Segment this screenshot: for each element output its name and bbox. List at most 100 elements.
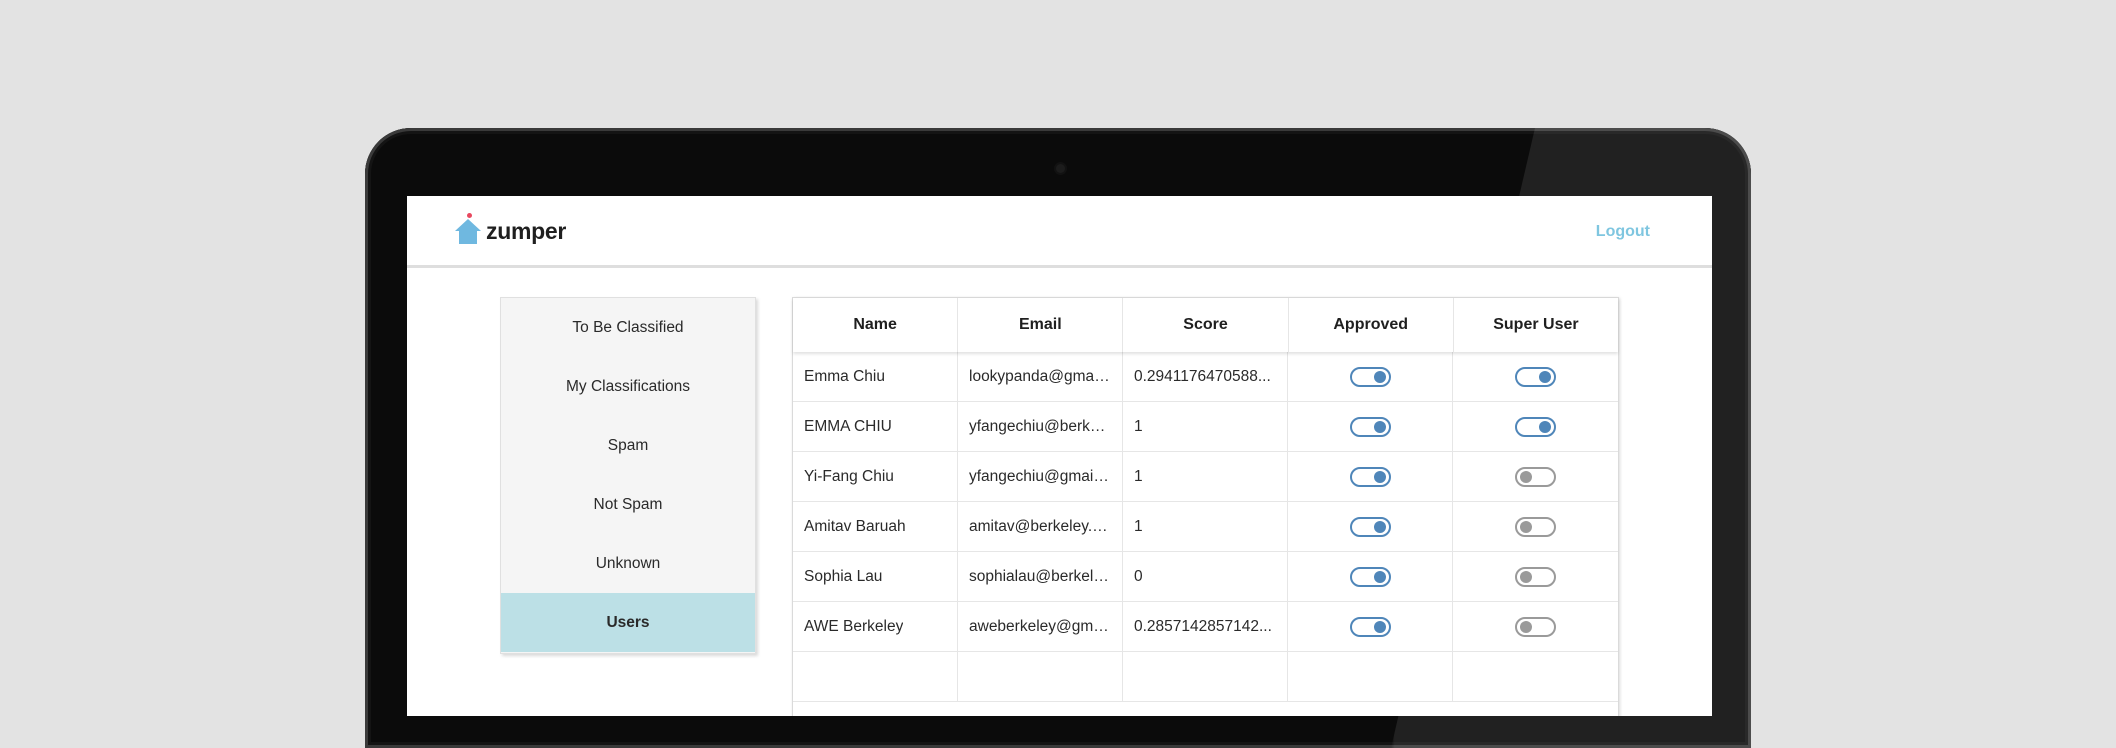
score-text: 1 [1134, 517, 1143, 535]
score-text: 0.2941176470588... [1134, 367, 1271, 385]
sidebar-item-to-be-classified[interactable]: To Be Classified [501, 298, 755, 357]
column-header-approved[interactable]: Approved [1289, 298, 1454, 352]
super-user-cell [1453, 402, 1618, 451]
table-body: Emma Chiu lookypanda@gmail... 0.2941176470… [793, 352, 1618, 652]
table-row[interactable]: Amitav Baruah amitav@berkeley.e... 1 [793, 502, 1618, 552]
approved-cell [1288, 552, 1453, 601]
app-screen: zumper Logout To Be Classified My Classif… [407, 196, 1712, 716]
name-text: Emma Chiu [804, 367, 885, 385]
email-cell: yfangechiu@gmail.... [958, 452, 1123, 501]
super-user-cell [1453, 352, 1618, 401]
table-header: Name Email Score Approved Super User [793, 298, 1618, 352]
email-cell: sophialau@berkele... [958, 552, 1123, 601]
email-text: aweberkeley@gmai... [969, 617, 1111, 635]
score-text: 1 [1134, 467, 1143, 485]
column-header-email[interactable]: Email [958, 298, 1124, 352]
approved-toggle[interactable] [1349, 616, 1391, 637]
name-cell: AWE Berkeley [793, 602, 958, 651]
approved-toggle[interactable] [1349, 416, 1391, 437]
name-cell: Emma Chiu [793, 352, 958, 401]
sidebar-item-not-spam[interactable]: Not Spam [501, 475, 755, 534]
name-cell: EMMA CHIU [793, 402, 958, 451]
email-text: lookypanda@gmail... [969, 367, 1111, 385]
super-user-toggle[interactable] [1515, 416, 1556, 437]
score-text: 1 [1134, 417, 1143, 435]
approved-toggle[interactable] [1349, 566, 1391, 587]
name-text: Amitav Baruah [804, 517, 906, 535]
table-row[interactable]: AWE Berkeley aweberkeley@gmai... 0.2857142… [793, 602, 1618, 652]
camera-icon [1056, 164, 1065, 173]
email-text: sophialau@berkele... [969, 567, 1111, 585]
toggle-knob [1520, 570, 1532, 583]
column-header-score[interactable]: Score [1123, 298, 1289, 352]
approved-toggle[interactable] [1349, 466, 1391, 487]
table-row[interactable]: Emma Chiu lookypanda@gmail... 0.2941176470… [793, 352, 1618, 402]
score-text: 0 [1134, 567, 1143, 585]
toggle-knob [1373, 620, 1386, 633]
super-user-toggle[interactable] [1515, 516, 1556, 537]
email-text: yfangechiu@berkel... [969, 417, 1111, 435]
super-user-cell [1453, 552, 1618, 601]
name-text: Yi-Fang Chiu [804, 467, 894, 485]
toggle-knob [1373, 420, 1386, 433]
name-cell: Amitav Baruah [793, 502, 958, 551]
users-table: Name Email Score Approved Super User Emma Ch… [792, 297, 1619, 716]
name-cell: Yi-Fang Chiu [793, 452, 958, 501]
app-header: zumper Logout [407, 196, 1712, 268]
approved-cell [1288, 402, 1453, 451]
logout-link[interactable]: Logout [1596, 223, 1650, 241]
name-cell: Sophia Lau [793, 552, 958, 601]
toggle-knob [1373, 470, 1386, 483]
sidebar-item-my-classifications[interactable]: My Classifications [501, 357, 755, 416]
approved-cell [1288, 502, 1453, 551]
house-icon [454, 213, 482, 245]
sidebar-item-unknown[interactable]: Unknown [501, 534, 755, 593]
score-cell: 0.2857142857142... [1123, 602, 1288, 651]
super-user-toggle[interactable] [1515, 366, 1556, 387]
super-user-toggle[interactable] [1515, 466, 1556, 487]
sidebar: To Be Classified My Classifications Spam No… [500, 297, 756, 654]
column-header-super-user[interactable]: Super User [1454, 298, 1618, 352]
name-text: Sophia Lau [804, 567, 883, 585]
email-cell: aweberkeley@gmai... [958, 602, 1123, 651]
score-text: 0.2857142857142... [1134, 617, 1272, 635]
name-text: AWE Berkeley [804, 617, 904, 635]
approved-cell [1288, 352, 1453, 401]
toggle-knob [1373, 370, 1386, 383]
toggle-knob [1520, 620, 1532, 633]
table-row[interactable]: EMMA CHIU yfangechiu@berkel... 1 [793, 402, 1618, 452]
score-cell: 0 [1123, 552, 1288, 601]
super-user-cell [1453, 502, 1618, 551]
name-text: EMMA CHIU [804, 417, 892, 435]
brand-name: zumper [486, 217, 566, 244]
email-text: amitav@berkeley.e... [969, 517, 1111, 535]
email-cell: yfangechiu@berkel... [958, 402, 1123, 451]
approved-toggle[interactable] [1349, 366, 1391, 387]
toggle-knob [1539, 370, 1551, 383]
approved-cell [1288, 602, 1453, 651]
email-cell: amitav@berkeley.e... [958, 502, 1123, 551]
super-user-toggle[interactable] [1515, 566, 1556, 587]
toggle-knob [1539, 420, 1551, 433]
toggle-knob [1520, 470, 1532, 483]
email-text: yfangechiu@gmail.... [969, 467, 1111, 485]
table-row-empty [793, 652, 1618, 702]
sidebar-item-users[interactable]: Users [501, 593, 755, 652]
approved-toggle[interactable] [1349, 516, 1391, 537]
sidebar-item-spam[interactable]: Spam [501, 416, 755, 475]
toggle-knob [1520, 520, 1532, 533]
score-cell: 1 [1123, 402, 1288, 451]
score-cell: 1 [1123, 502, 1288, 551]
super-user-cell [1453, 452, 1618, 501]
email-cell: lookypanda@gmail... [958, 352, 1123, 401]
logo-dot-icon [467, 213, 472, 218]
logo[interactable]: zumper [454, 213, 566, 246]
super-user-toggle[interactable] [1515, 616, 1556, 637]
super-user-cell [1453, 602, 1618, 651]
approved-cell [1288, 452, 1453, 501]
table-row[interactable]: Sophia Lau sophialau@berkele... 0 [793, 552, 1618, 602]
column-header-name[interactable]: Name [793, 298, 959, 352]
toggle-knob [1373, 570, 1386, 583]
table-row[interactable]: Yi-Fang Chiu yfangechiu@gmail.... 1 [793, 452, 1618, 502]
score-cell: 0.2941176470588... [1123, 352, 1288, 401]
